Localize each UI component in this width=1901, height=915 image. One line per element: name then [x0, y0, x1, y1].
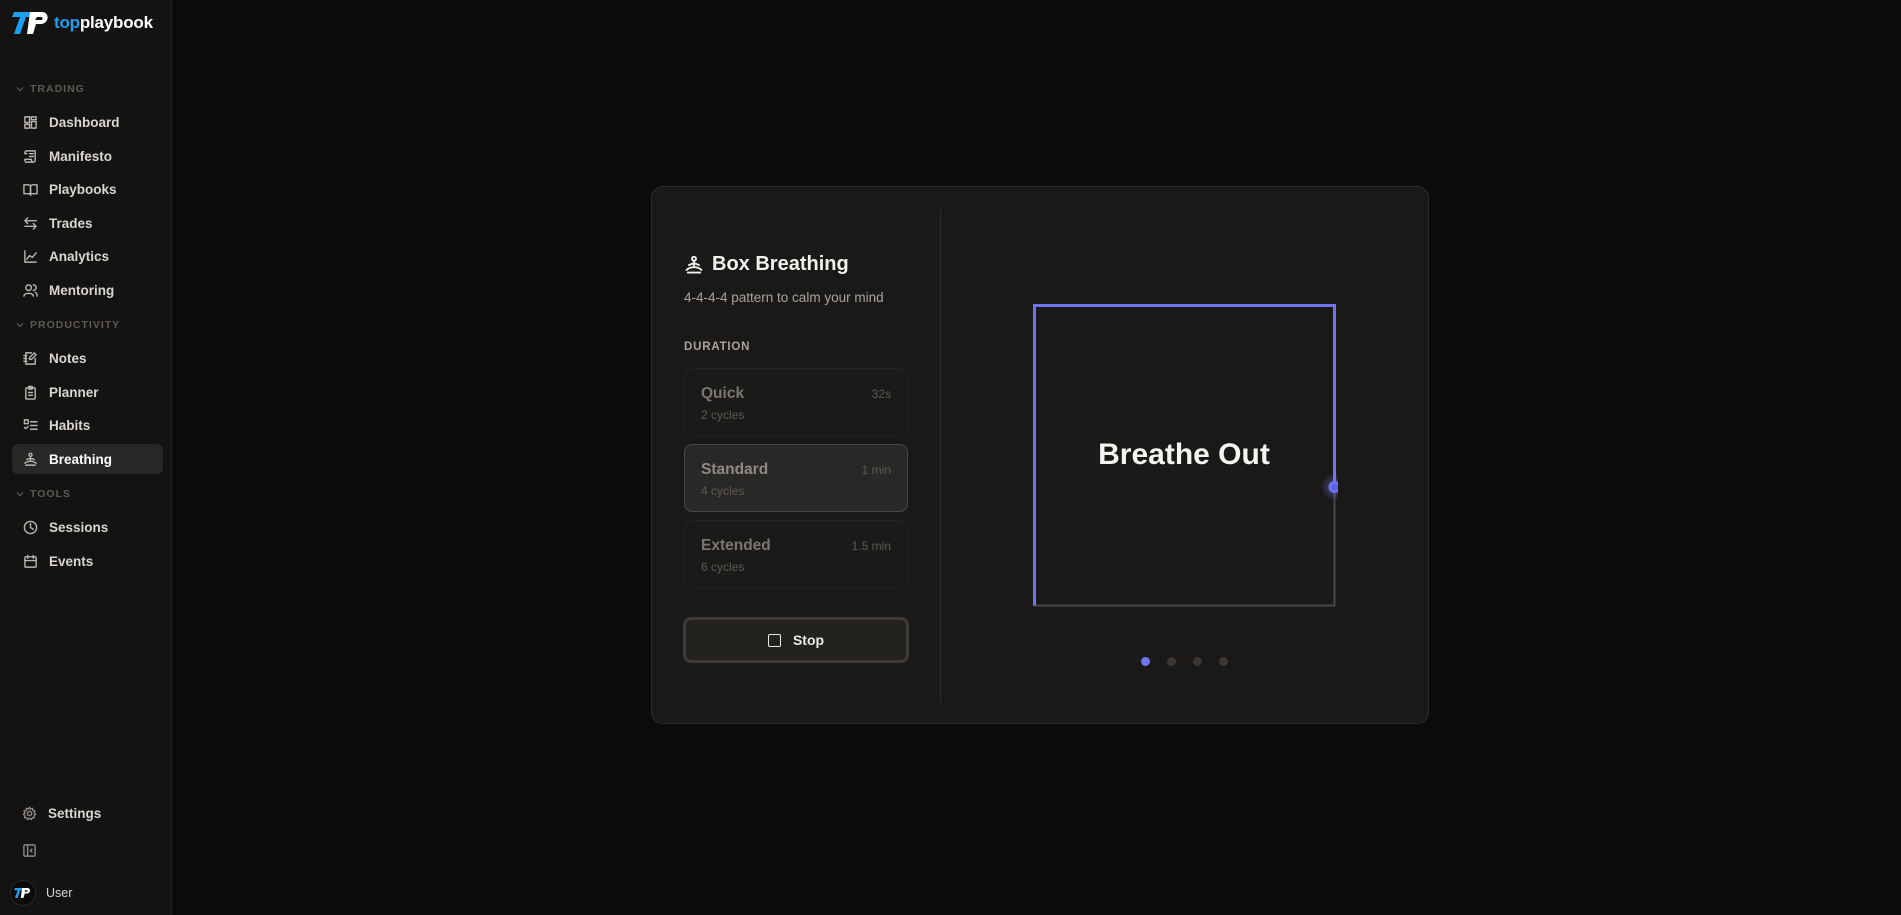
- clipboard-icon: [22, 384, 38, 400]
- chevron-down-icon: [16, 492, 24, 497]
- sidebar-collapse-button[interactable]: [12, 843, 48, 858]
- phase-dot: [1219, 657, 1228, 666]
- app-logo[interactable]: topplaybook: [12, 8, 153, 38]
- gear-icon: [22, 806, 37, 821]
- avatar: [10, 880, 36, 906]
- calendar-icon: [22, 553, 38, 569]
- sidebar-item-planner[interactable]: Planner: [12, 377, 163, 407]
- users-icon: [22, 282, 38, 298]
- sidebar: topplaybook TRADING Dashboard Manifesto …: [0, 0, 172, 915]
- phase-dot: [1193, 657, 1202, 666]
- phase-text: Breathe Out: [1098, 438, 1270, 471]
- sidebar-item-sessions[interactable]: Sessions: [12, 512, 163, 542]
- sidebar-item-mentoring[interactable]: Mentoring: [12, 275, 163, 305]
- page-title: Box Breathing: [712, 253, 849, 275]
- phase-indicator: [1141, 657, 1228, 666]
- meditation-icon: [22, 451, 38, 467]
- stop-button[interactable]: Stop: [683, 617, 909, 663]
- sidebar-item-trades[interactable]: Trades: [12, 208, 163, 238]
- section-tools[interactable]: TOOLS: [16, 488, 71, 500]
- duration-option-standard[interactable]: Standard 4 cycles 1 min: [684, 444, 908, 512]
- meditation-icon: [685, 255, 703, 273]
- stop-icon: [767, 633, 781, 647]
- breathing-header: Box Breathing: [684, 253, 849, 276]
- panel-divider: [940, 209, 941, 703]
- chart-line-icon: [22, 248, 38, 264]
- sidebar-collapse-icon: [23, 844, 36, 857]
- sidebar-item-notes[interactable]: Notes: [12, 343, 163, 373]
- sidebar-item-manifesto[interactable]: Manifesto: [12, 141, 163, 171]
- chevron-down-icon: [16, 87, 24, 92]
- settings-button[interactable]: Settings: [12, 806, 101, 821]
- section-trading[interactable]: TRADING: [16, 83, 85, 95]
- sidebar-item-habits[interactable]: Habits: [12, 410, 163, 440]
- clock-icon: [22, 519, 38, 535]
- list-checks-icon: [22, 417, 38, 433]
- section-productivity[interactable]: PRODUCTIVITY: [16, 319, 120, 331]
- notebook-pen-icon: [22, 350, 38, 366]
- duration-option-extended[interactable]: Extended 6 cycles 1.5 min: [684, 520, 908, 588]
- chevron-down-icon: [16, 323, 24, 328]
- book-open-icon: [22, 181, 38, 197]
- user-menu[interactable]: User: [10, 880, 72, 906]
- user-name: User: [46, 886, 73, 900]
- phase-dot: [1141, 657, 1150, 666]
- sidebar-item-playbooks[interactable]: Playbooks: [12, 174, 163, 204]
- tp-logo-icon: [14, 888, 31, 898]
- breathing-box: Breathe Out: [1033, 304, 1338, 609]
- phase-dot: [1167, 657, 1176, 666]
- sidebar-item-analytics[interactable]: Analytics: [12, 241, 163, 271]
- breathing-card: Box Breathing 4-4-4-4 pattern to calm yo…: [651, 186, 1429, 724]
- arrows-left-right-icon: [22, 215, 38, 231]
- sidebar-item-breathing[interactable]: Breathing: [12, 444, 163, 474]
- page-subtitle: 4-4-4-4 pattern to calm your mind: [684, 290, 884, 305]
- dashboard-icon: [22, 114, 38, 130]
- tp-logo-icon: [12, 12, 48, 34]
- app-name: topplaybook: [54, 13, 153, 32]
- duration-option-quick[interactable]: Quick 2 cycles 32s: [684, 368, 908, 436]
- duration-label: DURATION: [684, 341, 751, 353]
- sidebar-item-events[interactable]: Events: [12, 546, 163, 576]
- sidebar-item-dashboard[interactable]: Dashboard: [12, 107, 163, 137]
- scroll-icon: [22, 148, 38, 164]
